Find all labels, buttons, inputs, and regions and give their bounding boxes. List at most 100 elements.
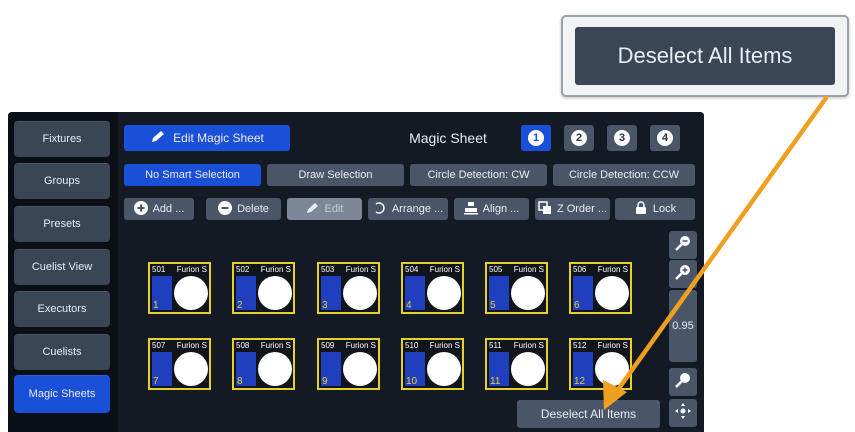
align-button[interactable]: Align ...: [454, 198, 529, 220]
fixture-507[interactable]: 507 Furion S 7: [148, 338, 211, 390]
fixture-channel: 508: [236, 341, 250, 350]
circle-detection-ccw-button[interactable]: Circle Detection: CCW: [553, 164, 695, 186]
sidebar-item-executors[interactable]: Executors: [14, 291, 110, 327]
fixture-type: Furion S: [345, 265, 376, 274]
fixture-511[interactable]: 511 Furion S 11: [485, 338, 548, 390]
page-number-1: 1: [528, 130, 544, 146]
zoom-out-icon: [674, 234, 692, 257]
page-button-3[interactable]: 3: [607, 125, 637, 151]
fixture-number: 3: [322, 300, 328, 311]
fixture-beam-icon: [258, 276, 292, 310]
add-label: Add ...: [152, 203, 185, 215]
zoom-out-button[interactable]: [669, 231, 697, 259]
fixture-channel: 502: [236, 265, 250, 274]
minus-circle-icon: [218, 200, 233, 218]
fixture-type: Furion S: [597, 341, 628, 350]
fixture-channel: 501: [152, 265, 166, 274]
fixture-number: 2: [237, 300, 243, 311]
fixture-beam-icon: [595, 276, 629, 310]
fixture-512[interactable]: 512 Furion S 12: [569, 338, 632, 390]
fixture-beam-icon: [511, 276, 545, 310]
circle-detection-cw-button[interactable]: Circle Detection: CW: [410, 164, 547, 186]
fixture-type: Furion S: [429, 265, 460, 274]
fixture-number: 8: [237, 376, 243, 387]
fixture-channel: 510: [405, 341, 419, 350]
fixture-503[interactable]: 503 Furion S 3: [317, 262, 380, 314]
draw-selection-button[interactable]: Draw Selection: [267, 164, 404, 186]
fixture-type: Furion S: [260, 265, 291, 274]
fixture-number: 1: [153, 300, 159, 311]
fixture-channel: 511: [489, 341, 502, 350]
fixture-type: Furion S: [429, 341, 460, 350]
zoom-icon: [674, 371, 692, 394]
delete-label: Delete: [237, 203, 269, 215]
arrange-button[interactable]: Arrange ...: [368, 198, 448, 220]
sidebar-item-cuelist-view[interactable]: Cuelist View: [14, 249, 110, 285]
fixture-beam-icon: [511, 352, 545, 386]
fixture-number: 10: [406, 376, 418, 387]
zoom-in-icon: [674, 263, 692, 286]
pan-button[interactable]: [669, 399, 697, 427]
align-label: Align ...: [482, 203, 520, 215]
sidebar-item-magic-sheets[interactable]: Magic Sheets: [14, 375, 110, 413]
delete-button[interactable]: Delete: [206, 198, 281, 220]
no-smart-selection-button[interactable]: No Smart Selection: [124, 164, 261, 186]
page-button-4[interactable]: 4: [650, 125, 680, 151]
pencil-icon: [150, 130, 168, 147]
magic-sheet-app: Fixtures Groups Presets Cuelist View Exe…: [8, 112, 704, 432]
z-order-button[interactable]: Z Order ...: [535, 198, 610, 220]
fixture-type: Furion S: [176, 265, 207, 274]
fixture-504[interactable]: 504 Furion S 4: [401, 262, 464, 314]
zoom-in-button[interactable]: [669, 260, 697, 288]
fixture-501[interactable]: 501 Furion S 1: [148, 262, 211, 314]
lock-icon: [634, 200, 648, 218]
fixture-510[interactable]: 510 Furion S 10: [401, 338, 464, 390]
fixture-beam-icon: [343, 352, 377, 386]
sidebar-item-presets[interactable]: Presets: [14, 206, 110, 242]
layers-icon: [538, 200, 552, 218]
add-button[interactable]: Add ...: [124, 198, 194, 220]
fixture-type: Furion S: [345, 341, 376, 350]
lock-button[interactable]: Lock: [615, 198, 695, 220]
fixture-508[interactable]: 508 Furion S 8: [232, 338, 295, 390]
fixture-number: 9: [322, 376, 328, 387]
magic-sheet-panel: Edit Magic Sheet Magic Sheet 1 2 3 4 No …: [118, 112, 704, 432]
page-title: Magic Sheet: [409, 130, 487, 146]
align-icon: [463, 201, 478, 218]
fixture-beam-icon: [174, 352, 208, 386]
fixture-type: Furion S: [513, 341, 544, 350]
fixture-beam-icon: [343, 276, 377, 310]
z-order-label: Z Order ...: [556, 203, 608, 215]
fixture-509[interactable]: 509 Furion S 9: [317, 338, 380, 390]
sidebar: Fixtures Groups Presets Cuelist View Exe…: [8, 112, 112, 432]
page-button-2[interactable]: 2: [564, 125, 594, 151]
edit-button[interactable]: Edit: [287, 198, 362, 220]
sidebar-item-fixtures[interactable]: Fixtures: [14, 121, 110, 157]
fixture-506[interactable]: 506 Furion S 6: [569, 262, 632, 314]
plus-circle-icon: [133, 200, 148, 218]
sidebar-item-cuelists[interactable]: Cuelists: [14, 334, 110, 370]
arrange-label: Arrange ...: [391, 203, 444, 215]
pencil-icon: [306, 202, 320, 217]
fixture-502[interactable]: 502 Furion S 2: [232, 262, 295, 314]
fixture-channel: 505: [489, 265, 503, 274]
fixture-channel: 504: [405, 265, 419, 274]
arc-arrow-icon: [373, 201, 387, 218]
fixture-beam-icon: [174, 276, 208, 310]
fixture-beam-icon: [258, 352, 292, 386]
zoom-level[interactable]: 0.95: [669, 290, 697, 362]
fixture-type: Furion S: [260, 341, 291, 350]
fixture-beam-icon: [427, 352, 461, 386]
deselect-all-button[interactable]: Deselect All Items: [517, 400, 660, 428]
edit-magic-sheet-button[interactable]: Edit Magic Sheet: [124, 125, 290, 151]
lock-label: Lock: [652, 203, 677, 215]
fixture-number: 6: [574, 300, 580, 311]
zoom-fit-button[interactable]: [669, 368, 697, 396]
sidebar-item-groups[interactable]: Groups: [14, 163, 110, 199]
zoom-callout: Deselect All Items: [561, 15, 849, 97]
fixture-number: 4: [406, 300, 412, 311]
page-button-1[interactable]: 1: [521, 125, 551, 151]
fixture-number: 7: [153, 376, 159, 387]
fixture-beam-icon: [595, 352, 629, 386]
fixture-505[interactable]: 505 Furion S 5: [485, 262, 548, 314]
